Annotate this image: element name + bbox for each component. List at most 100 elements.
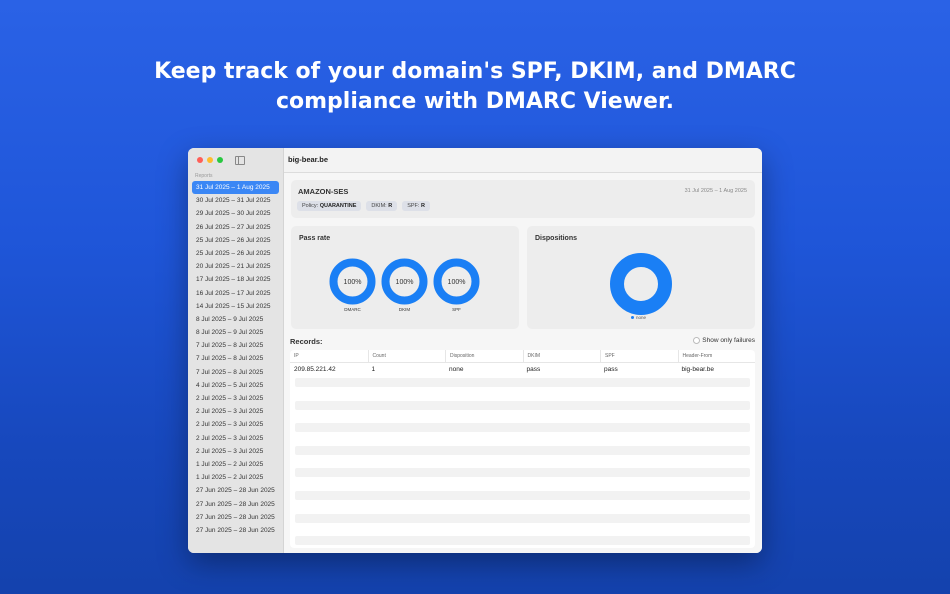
dkim-ring-chart: 100% [381,258,428,305]
cell-ip: 209.85.221.42 [294,366,336,373]
dispositions-donut [610,253,672,315]
sidebar-report-item[interactable]: 4 Jul 2025 – 5 Jul 2025 [192,379,279,392]
sidebar-report-item[interactable]: 27 Jun 2025 – 28 Jun 2025 [192,524,279,537]
sidebar-report-item[interactable]: 17 Jul 2025 – 18 Jul 2025 [192,273,279,286]
empty-table-row [295,502,750,511]
zoom-window-button[interactable] [217,157,223,163]
sidebar-report-item[interactable]: 7 Jul 2025 – 8 Jul 2025 [192,352,279,365]
sidebar-report-item[interactable]: 1 Jul 2025 – 2 Jul 2025 [192,458,279,471]
column-header-spf[interactable]: SPF [600,350,678,362]
sidebar-report-item[interactable]: 7 Jul 2025 – 8 Jul 2025 [192,366,279,379]
policy-badges: Policy: QUARANTINE DKIM: R SPF: R [297,201,430,211]
empty-table-row [295,513,750,523]
minimize-window-button[interactable] [207,157,213,163]
sidebar-report-item[interactable]: 2 Jul 2025 – 3 Jul 2025 [192,405,279,418]
spf-ring-chart: 100% [433,258,480,305]
pass-rate-rings: 100% DMARC 100% DKIM 100% SPF [329,258,480,312]
pass-rate-card: Pass rate 100% DMARC 100% DKIM 100% SPF [291,226,519,329]
sidebar-report-item[interactable]: 8 Jul 2025 – 9 Jul 2025 [192,313,279,326]
column-header-ip[interactable]: IP [290,350,368,362]
window-title: big-bear.be [288,155,329,164]
column-header-dkim[interactable]: DKIM [522,350,601,362]
legend-label: none [636,315,647,320]
empty-table-row [295,378,750,387]
column-header-disposition[interactable]: Disposition [445,350,523,362]
empty-table-row [295,525,750,534]
close-window-button[interactable] [197,157,203,163]
dkim-label: DKIM: [371,203,387,209]
dmarc-ring-chart: 100% [329,258,376,305]
records-table: IP Count Disposition DKIM SPF Header-Fro… [290,350,755,548]
title-bar: big-bear.be [284,148,762,173]
empty-table-row [295,547,750,548]
dkim-value: R [388,203,393,209]
sidebar-report-item[interactable]: 25 Jul 2025 – 26 Jul 2025 [192,234,279,247]
dispositions-card: Dispositions none [527,226,755,329]
sidebar-report-item[interactable]: 20 Jul 2025 – 21 Jul 2025 [192,260,279,273]
policy-label: Policy: [302,203,319,209]
sidebar-report-item[interactable]: 2 Jul 2025 – 3 Jul 2025 [192,445,279,458]
app-window: Reports 31 Jul 2025 – 1 Aug 2025 30 Jul 2… [188,148,762,553]
sidebar-report-item[interactable]: 1 Jul 2025 – 2 Jul 2025 [192,471,279,484]
empty-table-row [295,468,750,478]
summary-card: AMAZON-SES 31 Jul 2025 – 1 Aug 2025 Poli… [291,180,755,218]
sidebar-report-item[interactable]: 29 Jul 2025 – 30 Jul 2025 [192,207,279,220]
empty-rows [290,378,755,548]
sidebar-report-item[interactable]: 2 Jul 2025 – 3 Jul 2025 [192,418,279,431]
show-failures-toggle[interactable]: Show only failures [693,337,755,344]
legend-dot [631,316,634,319]
sidebar-report-item[interactable]: 8 Jul 2025 – 9 Jul 2025 [192,326,279,339]
records-table-header: IP Count Disposition DKIM SPF Header-Fro… [290,350,755,363]
records-title: Records: [290,337,323,346]
spf-ring-value: 100% [448,279,466,286]
sidebar-report-item[interactable]: 30 Jul 2025 – 31 Jul 2025 [192,194,279,207]
empty-table-row [295,536,750,546]
sidebar-report-item[interactable]: 27 Jun 2025 – 28 Jun 2025 [192,498,279,511]
show-failures-checkbox[interactable] [693,337,701,344]
empty-table-row [295,412,750,421]
date-range: 31 Jul 2025 – 1 Aug 2025 [684,188,747,194]
sidebar-header: Reports [195,173,213,179]
empty-table-row [295,434,750,443]
spf-value: R [420,203,425,209]
sidebar: Reports 31 Jul 2025 – 1 Aug 2025 30 Jul 2… [188,148,284,553]
dkim-badge: DKIM: R [366,201,398,211]
policy-value: QUARANTINE [319,203,357,209]
sidebar-report-item[interactable]: 2 Jul 2025 – 3 Jul 2025 [192,392,279,405]
sidebar-report-item[interactable]: 2 Jul 2025 – 3 Jul 2025 [192,432,279,445]
sidebar-report-item[interactable]: 31 Jul 2025 – 1 Aug 2025 [192,181,279,195]
report-list: 31 Jul 2025 – 1 Aug 2025 30 Jul 2025 – 31… [192,181,279,537]
window-controls [197,157,223,163]
cell-dkim: pass [526,366,541,373]
sidebar-report-item[interactable]: 26 Jul 2025 – 27 Jul 2025 [192,221,279,234]
spf-ring: 100% SPF [433,258,480,312]
report-detail: AMAZON-SES 31 Jul 2025 – 1 Aug 2025 Poli… [284,173,762,553]
spf-ring-label: SPF [452,307,461,312]
sidebar-report-item[interactable]: 25 Jul 2025 – 26 Jul 2025 [192,247,279,260]
sidebar-report-item[interactable]: 16 Jul 2025 – 17 Jul 2025 [192,287,279,300]
column-header-count[interactable]: Count [367,350,446,362]
empty-table-row [295,400,750,410]
empty-table-row [295,490,750,500]
disposition-none-slice [610,253,672,315]
policy-badge: Policy: QUARANTINE [297,201,362,211]
headline-line-2: compliance with DMARC Viewer. [275,89,675,114]
dkim-ring: 100% DKIM [381,258,428,312]
empty-table-row [295,480,750,489]
column-header-header-from[interactable]: Header-From [677,350,756,362]
dispositions-legend: none [631,315,646,320]
sidebar-report-item[interactable]: 27 Jun 2025 – 28 Jun 2025 [192,511,279,524]
dkim-ring-label: DKIM [398,307,411,312]
dmarc-ring: 100% DMARC [329,258,376,312]
pass-rate-title: Pass rate [299,235,331,242]
cell-count: 1 [371,366,376,373]
empty-table-row [295,389,750,398]
sidebar-report-item[interactable]: 7 Jul 2025 – 8 Jul 2025 [192,339,279,352]
dmarc-ring-label: DMARC [344,307,361,312]
sidebar-report-item[interactable]: 14 Jul 2025 – 15 Jul 2025 [192,300,279,313]
sidebar-report-item[interactable]: 27 Jun 2025 – 28 Jun 2025 [192,484,279,497]
dispositions-title: Dispositions [535,235,578,242]
table-row[interactable]: 209.85.221.42 1 none pass pass big-bear.… [290,363,755,376]
cell-spf: pass [604,366,618,373]
sidebar-toggle-icon[interactable] [235,156,245,165]
